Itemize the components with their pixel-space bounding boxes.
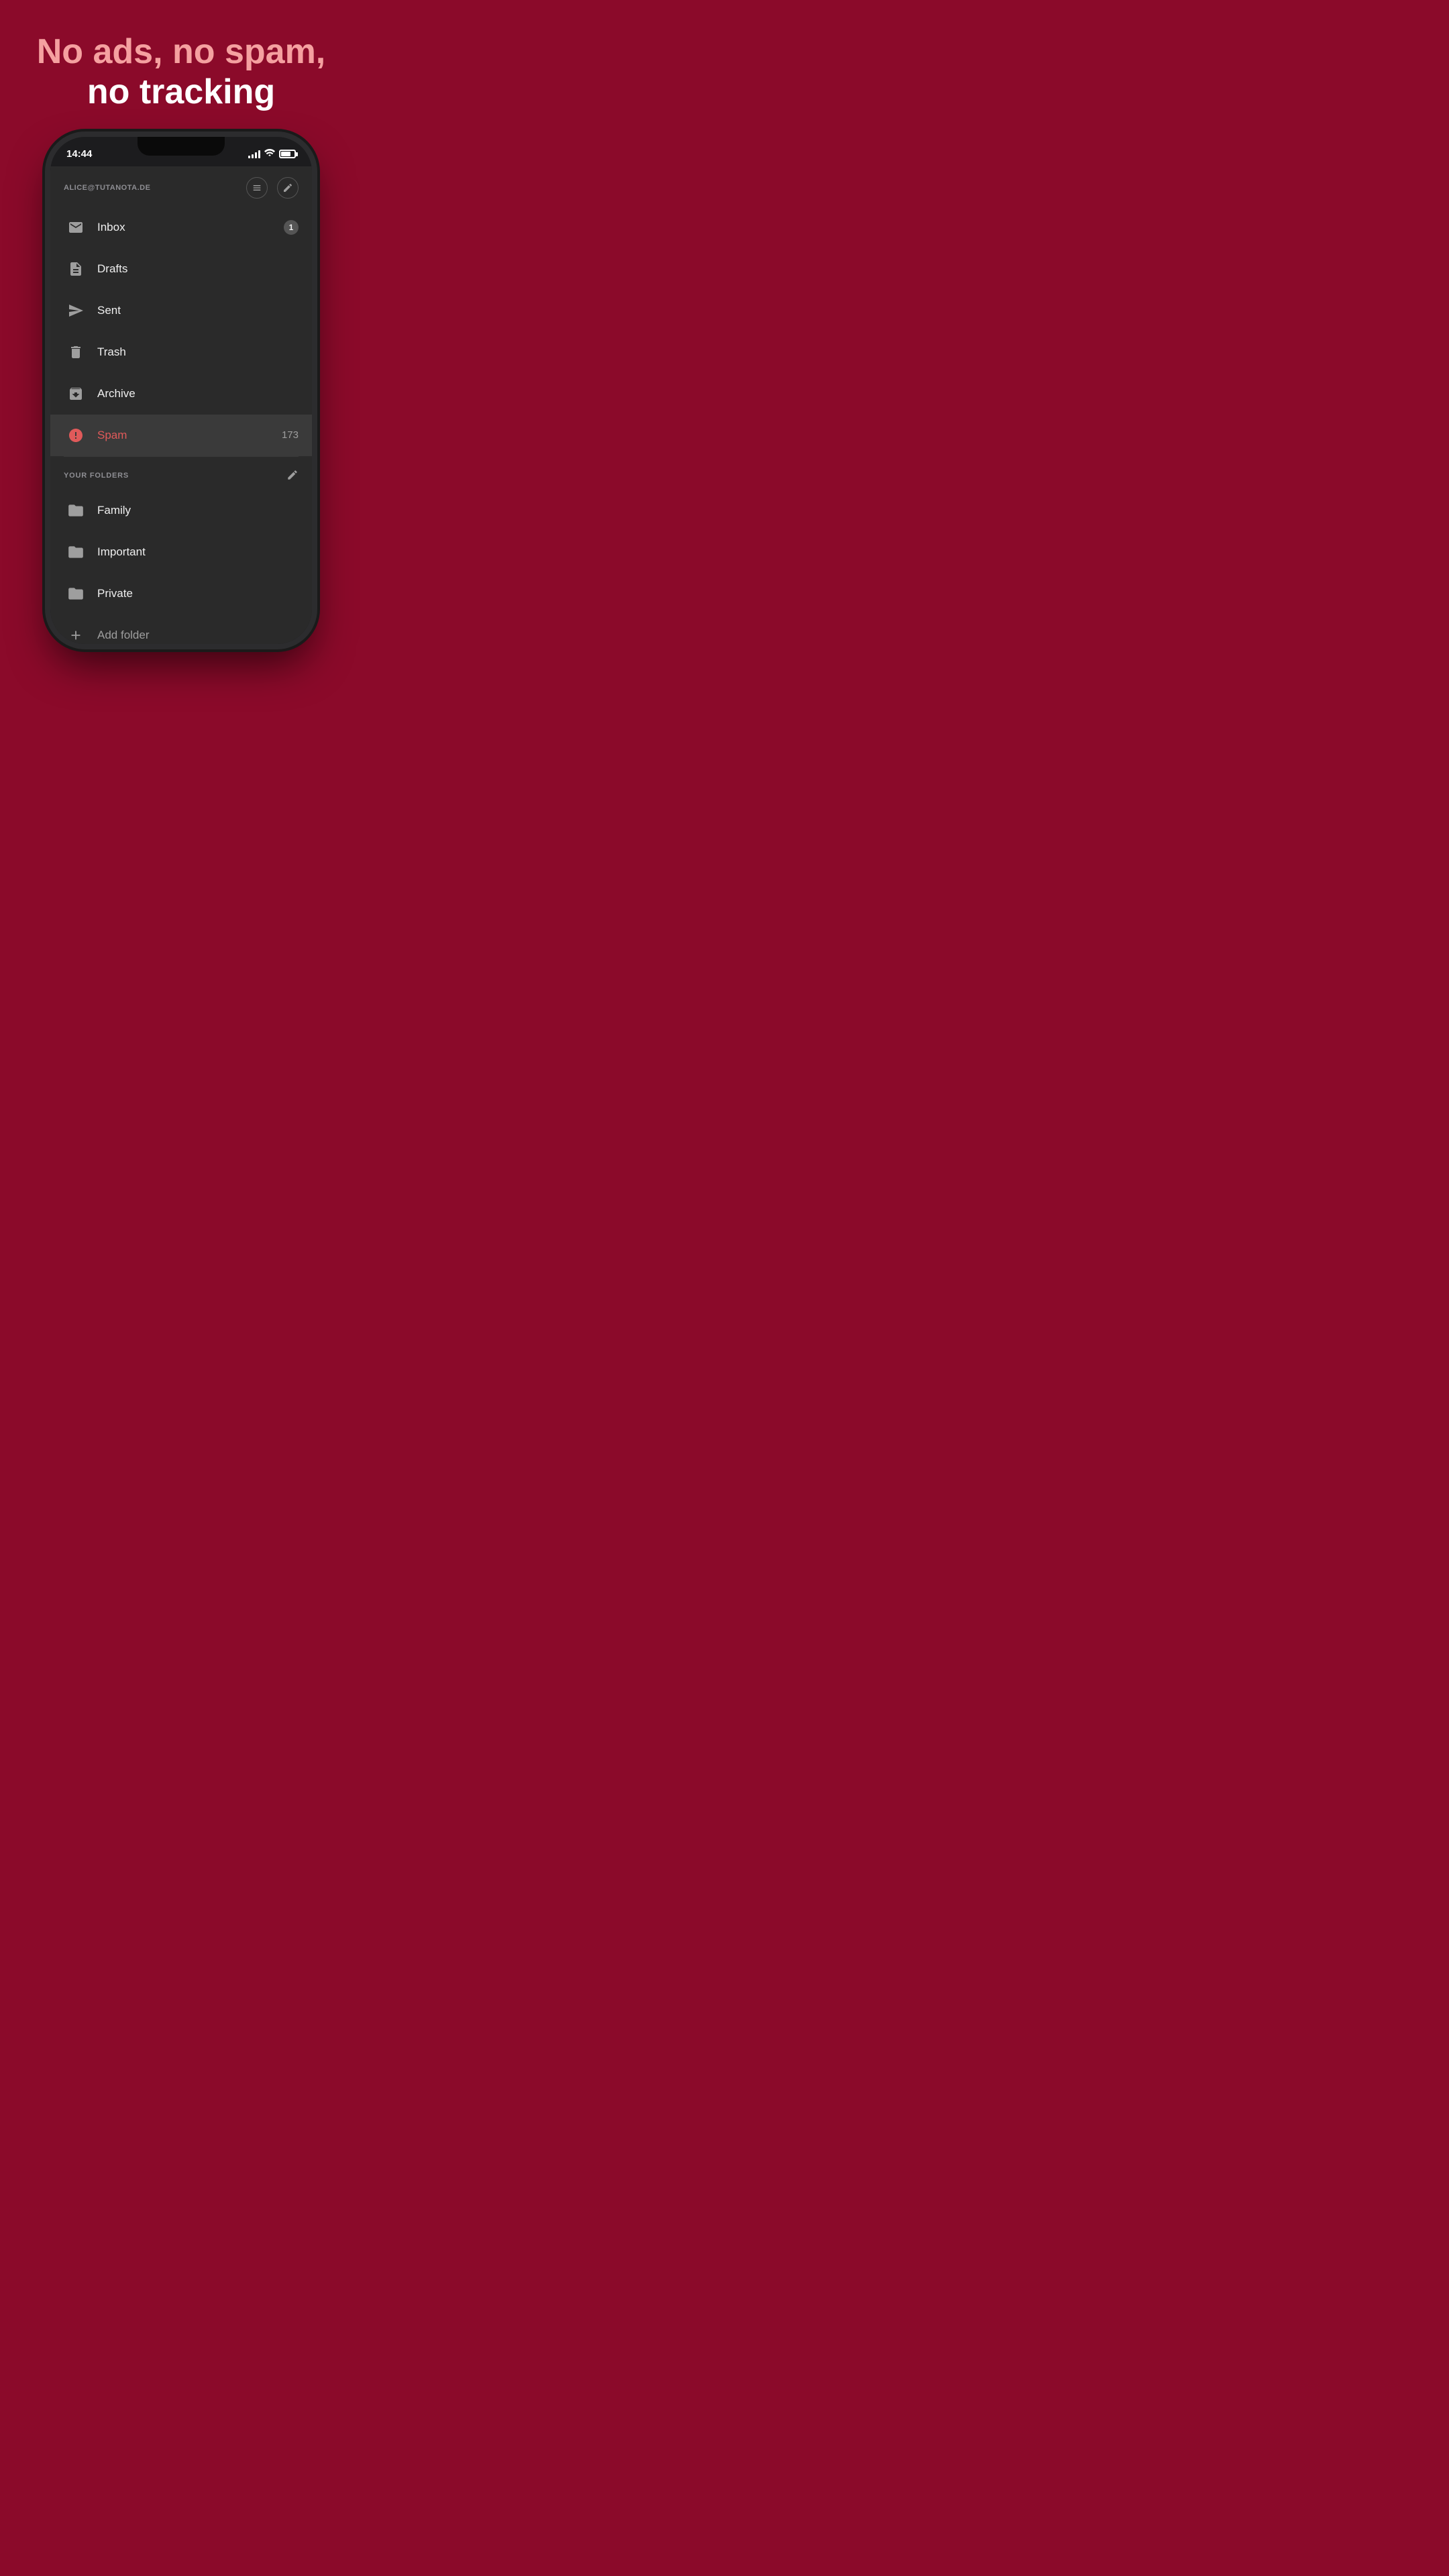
headline-section: No ads, no spam, no tracking	[10, 0, 353, 137]
sent-icon	[64, 299, 88, 323]
drafts-icon	[64, 257, 88, 281]
add-folder-button[interactable]: Add folder	[50, 614, 312, 644]
trash-icon	[64, 340, 88, 364]
nav-sent[interactable]: Sent	[50, 290, 312, 331]
signal-bar-4	[258, 150, 260, 158]
sent-label: Sent	[97, 304, 299, 317]
signal-bar-3	[255, 152, 257, 158]
compose-icon	[282, 182, 293, 193]
headline-line2: no tracking	[37, 72, 326, 113]
archive-label: Archive	[97, 387, 299, 400]
edit-icon	[286, 469, 299, 481]
add-folder-label: Add folder	[97, 629, 150, 642]
nav-archive[interactable]: Archive	[50, 373, 312, 415]
compose-button[interactable]	[277, 177, 299, 199]
status-time: 14:44	[66, 148, 92, 160]
signal-bar-1	[248, 156, 250, 158]
folder-important[interactable]: Important	[50, 531, 312, 573]
folder-private-label: Private	[97, 587, 133, 600]
nav-drafts[interactable]: Drafts	[50, 248, 312, 290]
folder-family-label: Family	[97, 504, 131, 517]
app-header: ALICE@TUTANOTA.DE	[50, 166, 312, 207]
header-actions	[246, 177, 299, 199]
spam-label: Spam	[97, 429, 282, 442]
phone-mockup: 14:44 ALICE@TUTANOTA.DE	[50, 137, 312, 644]
battery-icon	[279, 150, 296, 158]
folder-important-label: Important	[97, 545, 146, 559]
inbox-label: Inbox	[97, 221, 284, 234]
trash-label: Trash	[97, 345, 299, 359]
folder-private[interactable]: Private	[50, 573, 312, 614]
account-email: ALICE@TUTANOTA.DE	[64, 184, 150, 192]
folder-private-icon	[64, 582, 88, 606]
headline-line1: No ads, no spam,	[37, 32, 326, 72]
app-content: ALICE@TUTANOTA.DE	[50, 166, 312, 644]
nav-inbox[interactable]: Inbox 1	[50, 207, 312, 248]
phone-notch	[138, 137, 225, 156]
spam-icon	[64, 423, 88, 447]
wifi-icon	[264, 149, 275, 159]
list-check-button[interactable]	[246, 177, 268, 199]
folder-family-icon	[64, 498, 88, 523]
list-check-icon	[252, 182, 262, 193]
folders-section-title: YOUR FOLDERS	[64, 472, 129, 480]
nav-trash[interactable]: Trash	[50, 331, 312, 373]
archive-icon	[64, 382, 88, 406]
folders-section-header: YOUR FOLDERS	[50, 457, 312, 490]
status-icons	[248, 149, 296, 159]
inbox-icon	[64, 215, 88, 239]
signal-bars-icon	[248, 150, 260, 158]
folders-edit-button[interactable]	[286, 469, 299, 483]
inbox-badge: 1	[284, 220, 299, 235]
spam-count: 173	[282, 429, 299, 441]
add-folder-icon	[64, 623, 88, 644]
nav-spam[interactable]: Spam 173	[50, 415, 312, 456]
drafts-label: Drafts	[97, 262, 299, 276]
folder-family[interactable]: Family	[50, 490, 312, 531]
signal-bar-2	[252, 154, 254, 158]
folder-important-icon	[64, 540, 88, 564]
battery-fill	[281, 152, 290, 156]
